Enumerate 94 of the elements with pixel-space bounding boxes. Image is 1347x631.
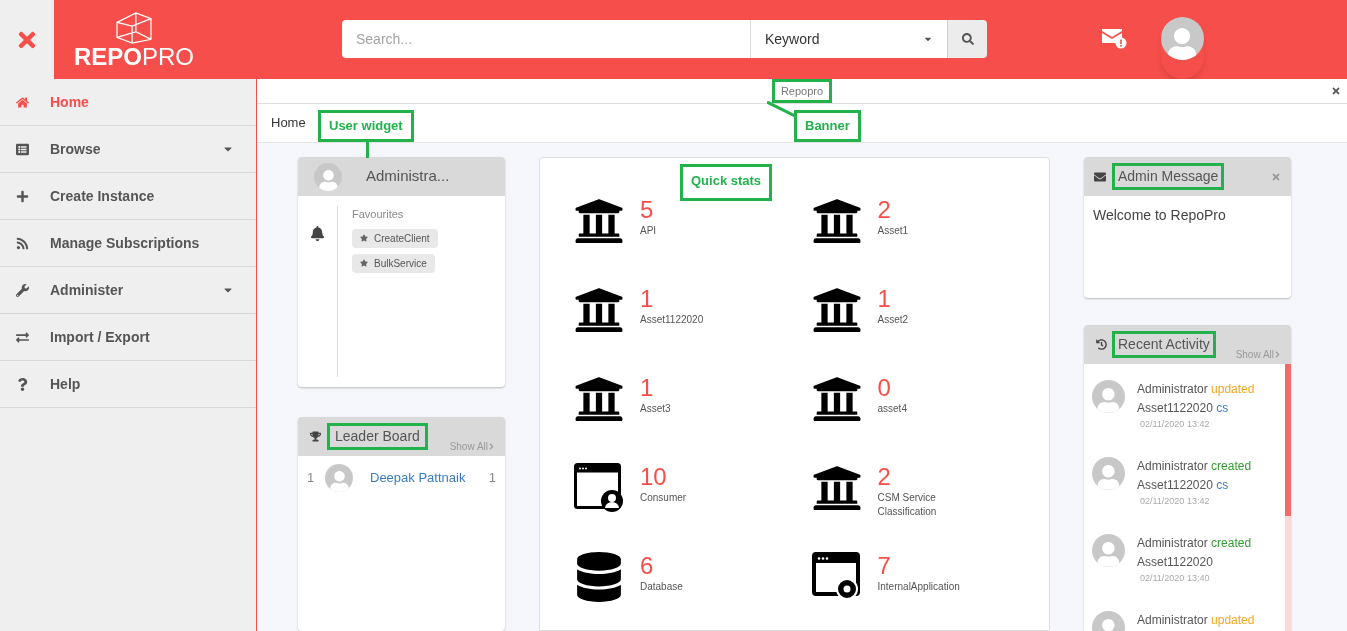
stat-count: 7	[877, 552, 892, 580]
chevron-icon	[488, 443, 495, 450]
rss-icon	[16, 236, 29, 250]
favourites-title: Favourites	[352, 207, 404, 222]
bank-icon	[811, 196, 862, 246]
stat-count: 10	[640, 463, 668, 491]
wrench-icon	[16, 283, 29, 297]
stat-label: Asset1	[877, 224, 910, 238]
star-icon	[360, 234, 368, 242]
stat-count: 0	[877, 374, 892, 402]
stat-count: 1	[877, 285, 892, 313]
annotation-label: Banner	[794, 110, 861, 142]
window-user-icon	[574, 463, 624, 513]
stat-label: InternalApplication	[877, 580, 961, 594]
stat-label: API	[640, 224, 658, 238]
avatar-icon	[325, 464, 353, 492]
stat-label: asset4	[877, 402, 908, 416]
close-icon[interactable]	[1331, 86, 1341, 96]
stat-label: Asset1122020	[640, 313, 705, 327]
stat-label: Asset2	[877, 313, 910, 327]
avatar-icon	[1092, 380, 1125, 413]
user-link[interactable]: Deepak Pattnaik	[370, 468, 489, 488]
close-button[interactable]	[0, 0, 54, 79]
bank-icon	[811, 463, 862, 513]
cube-icon	[114, 10, 154, 45]
plus-icon	[16, 189, 29, 203]
breadcrumb[interactable]: Home	[271, 113, 306, 133]
logo[interactable]: REPOPRO	[74, 0, 194, 79]
annotation-label: Quick stats	[680, 164, 773, 201]
sidebar-item[interactable]: Help	[0, 361, 256, 408]
logo-text: REPOPRO	[74, 44, 194, 69]
avatar-icon	[1092, 534, 1125, 567]
activity-text: Administrator created	[1137, 458, 1252, 475]
bank-icon	[811, 285, 862, 335]
annotation-label: User widget	[318, 110, 414, 142]
callout-line	[767, 101, 797, 119]
star-icon	[360, 259, 368, 267]
activity-text: Administrator updated	[1137, 381, 1255, 398]
stat-count: 1	[640, 374, 655, 402]
stat-count: 1	[640, 285, 655, 313]
home-icon	[16, 95, 29, 109]
stat-count: 2	[877, 196, 892, 224]
activity-asset: Asset1122020 cs	[1137, 400, 1230, 417]
stat-label: Database	[640, 580, 684, 594]
chevron-icon	[1274, 351, 1281, 358]
panel-title: Recent Activity	[1112, 331, 1216, 358]
avatar-icon	[1092, 457, 1125, 490]
activity-text: Administrator created	[1137, 535, 1252, 552]
sidebar-item[interactable]: Import / Export	[0, 314, 256, 361]
favourite-tag[interactable]: CreateClient	[352, 228, 438, 248]
mail-alert-icon[interactable]	[1101, 27, 1127, 49]
sidebar-item[interactable]: Administer	[0, 267, 256, 314]
sidebar-item[interactable]: Browse	[0, 126, 256, 173]
sidebar-item[interactable]: Create Instance	[0, 173, 256, 220]
history-icon	[1096, 339, 1107, 350]
stat-label: CSM Service Classification	[877, 491, 938, 519]
activity-time: 02/11/2020 13:40	[1139, 572, 1211, 584]
search-type-dropdown[interactable]: Keyword	[751, 20, 947, 58]
search-button[interactable]	[947, 20, 987, 58]
admin-message-text: Welcome to RepoPro	[1092, 206, 1227, 225]
avatar-icon	[314, 162, 342, 191]
favourite-tag[interactable]: BulkService	[352, 253, 435, 273]
question-icon	[16, 377, 29, 391]
activity-time: 02/11/2020 13:42	[1139, 495, 1211, 507]
banner-text: Repopro	[771, 78, 833, 104]
bank-icon	[574, 196, 624, 246]
panel-title: Leader Board	[327, 423, 428, 450]
bank-icon	[811, 374, 862, 424]
activity-asset: Asset1122020	[1137, 554, 1214, 571]
search-icon	[961, 33, 974, 45]
bank-icon	[574, 285, 624, 335]
score: 1	[488, 469, 496, 488]
scrollbar[interactable]	[1285, 364, 1291, 631]
activity-asset: Asset1122020 cs	[1137, 477, 1230, 494]
stat-label: Asset3	[640, 402, 672, 416]
rank: 1	[307, 469, 316, 488]
database-icon	[574, 552, 624, 602]
stat-count: 2	[877, 463, 892, 491]
arrows-icon	[16, 330, 29, 344]
trophy-icon	[310, 431, 321, 442]
envelope-icon	[1094, 170, 1106, 183]
panel-title: Admin Message	[1112, 163, 1225, 190]
sidebar-item[interactable]: Manage Subscriptions	[0, 220, 256, 267]
list-icon	[16, 142, 29, 156]
user-avatar	[1161, 17, 1204, 60]
bell-icon[interactable]	[310, 226, 325, 241]
search-field[interactable]: Search...	[342, 20, 751, 58]
stat-count: 6	[640, 552, 655, 580]
stat-label: Consumer	[640, 491, 688, 505]
activity-time: 02/11/2020 13:42	[1139, 418, 1211, 430]
user-name: Administra...	[366, 166, 450, 187]
stat-count: 5	[640, 196, 655, 224]
bank-icon	[574, 374, 624, 424]
activity-text: Administrator updated	[1137, 612, 1255, 629]
